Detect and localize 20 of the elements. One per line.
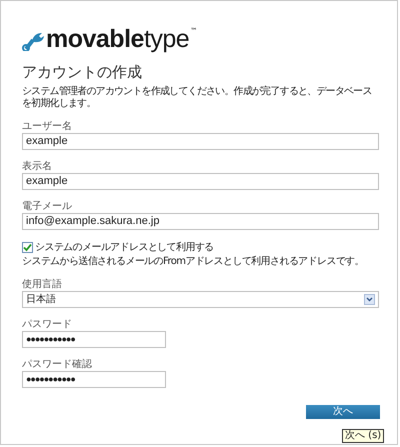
description: システム管理者のアカウントを作成してください。作成が完了すると、データベースを初期化します。 <box>22 86 373 110</box>
input-field[interactable]: example <box>22 133 379 150</box>
logo-text: movabletype <box>46 27 190 51</box>
field-label: 表示名 <box>22 160 53 173</box>
next-button[interactable]: 次へ <box>306 405 380 419</box>
field-label: ユーザー名 <box>22 120 73 133</box>
tooltip: 次へ (s) <box>342 429 384 443</box>
language-select[interactable]: 日本語 <box>22 291 379 308</box>
field-label: 電子メール <box>22 200 73 213</box>
field-label: 使用言語 <box>22 278 63 291</box>
input-field[interactable]: example <box>22 173 379 190</box>
input-field[interactable]: ●●●●●●●●●●● <box>22 371 166 388</box>
input-field[interactable]: info@example.sakura.ne.jp <box>22 213 379 230</box>
field-label: パスワード確認 <box>22 358 93 371</box>
hint-text: システムから送信されるメールのFromアドレスとして利用されるアドレスです。 <box>22 254 365 268</box>
checkbox-label: システムのメールアドレスとして利用する <box>35 240 214 254</box>
field-label: パスワード <box>22 318 73 331</box>
page-title: アカウントの作成 <box>22 63 143 82</box>
input-field[interactable]: ●●●●●●●●●●● <box>22 331 166 348</box>
checkbox[interactable] <box>22 242 33 252</box>
